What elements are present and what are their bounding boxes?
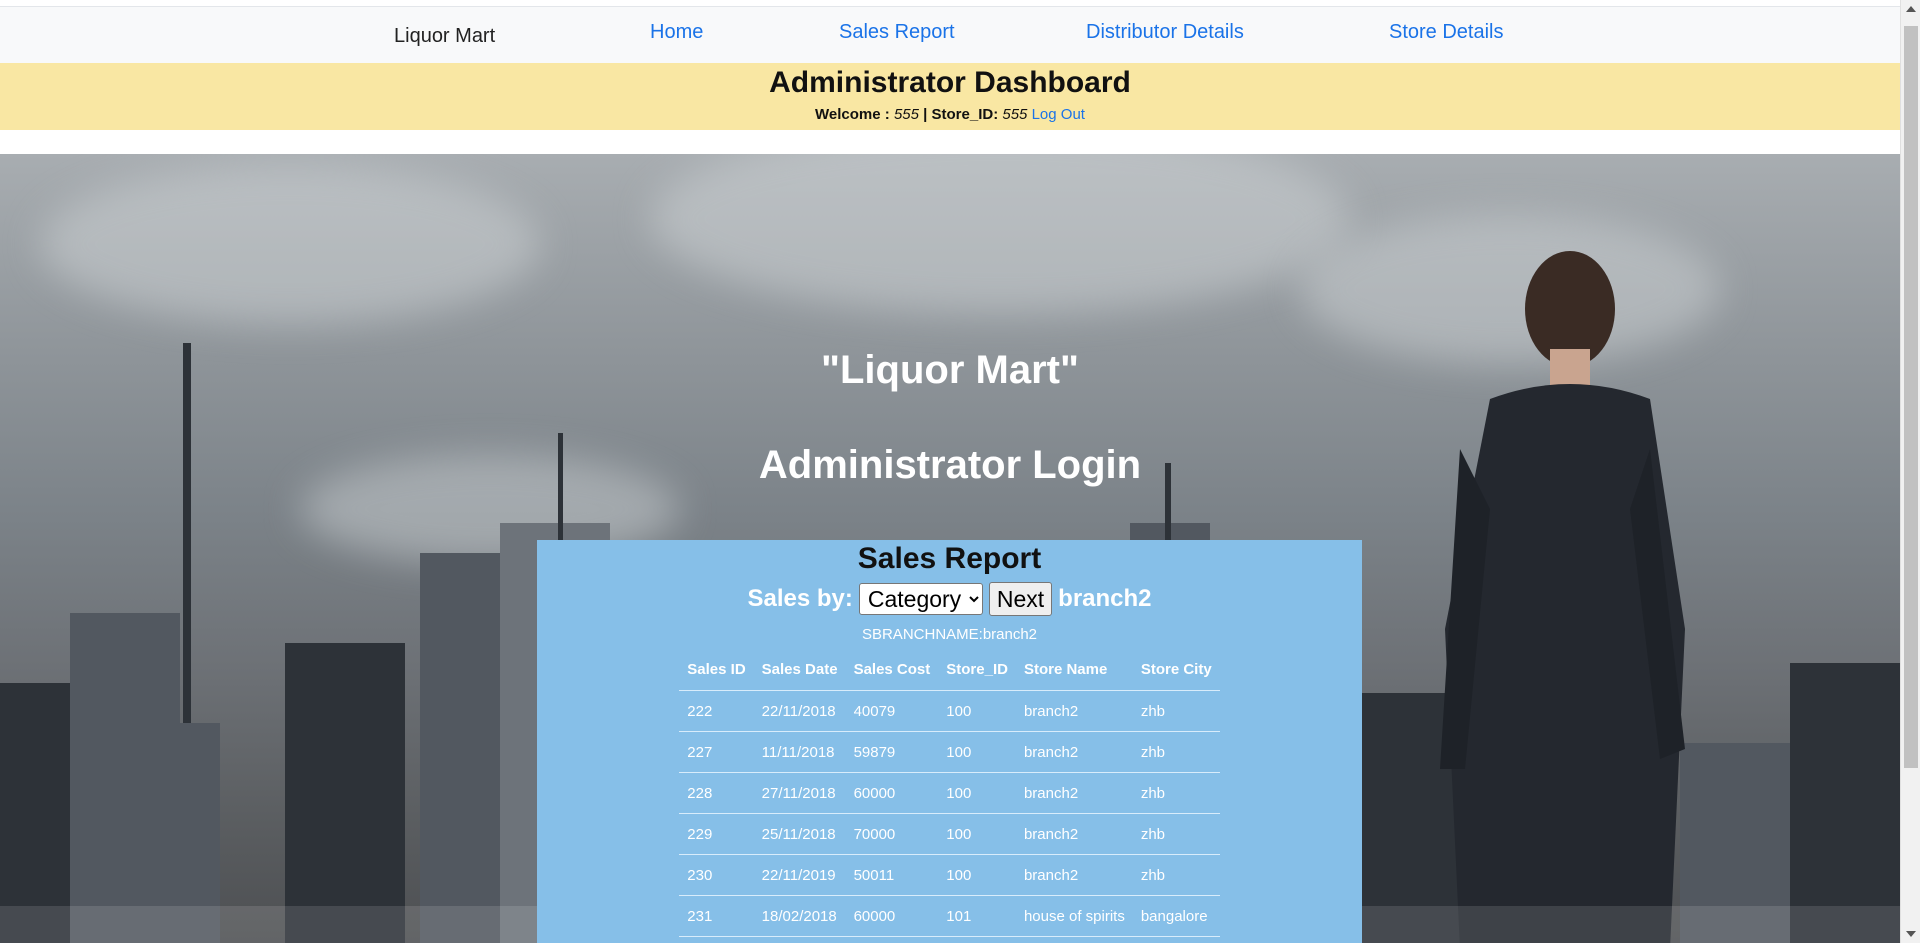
table-cell: 60000 — [845, 772, 939, 814]
sales-by-select[interactable]: Category — [858, 583, 983, 615]
table-row: 222 22/11/2018 40079 100 branch2 zhb — [679, 690, 1220, 732]
table-cell: 100 — [938, 813, 1016, 855]
table-row: 227 11/11/2018 59879 100 branch2 zhb — [679, 731, 1220, 773]
table-cell: zhb — [1132, 854, 1220, 896]
welcome-line: Welcome : 555 | Store_ID: 555 Log Out — [0, 106, 1900, 123]
building — [1790, 663, 1900, 943]
nav-distributor-details-link[interactable]: Distributor Details — [1086, 21, 1244, 44]
nav-home-link[interactable]: Home — [650, 21, 703, 44]
table-header-row: Sales ID Sales Date Sales Cost Store_ID … — [679, 649, 1220, 691]
table-cell: 230 — [679, 854, 754, 896]
table-cell: 231 — [679, 895, 754, 937]
table-cell: branch2 — [1015, 854, 1133, 896]
table-cell: 25/11/2018 — [753, 813, 846, 855]
table-cell: 100 — [938, 854, 1016, 896]
table-cell: branch2 — [1015, 731, 1133, 773]
logout-link[interactable]: Log Out — [1032, 106, 1085, 123]
table-cell: 50011 — [845, 854, 939, 896]
table-cell: branch2 — [1015, 813, 1133, 855]
welcome-user: 555 — [893, 106, 919, 123]
brand-name[interactable]: Liquor Mart — [394, 25, 495, 48]
table-cell: 222 — [679, 690, 754, 732]
hero-title: "Liquor Mart" — [821, 348, 1079, 392]
scroll-down-arrow-icon[interactable] — [1906, 931, 1916, 937]
next-button[interactable]: Next — [988, 582, 1053, 616]
table-cell: 59879 — [845, 731, 939, 773]
nav-sales-report-link[interactable]: Sales Report — [839, 21, 955, 44]
table-row: 228 27/11/2018 60000 100 branch2 zhb — [679, 772, 1220, 814]
table-cell: 229 — [679, 813, 754, 855]
table-cell: 100 — [938, 690, 1016, 732]
table-cell: branch2 — [1015, 772, 1133, 814]
sales-report-title: Sales Report — [857, 542, 1042, 575]
sales-table: Sales ID Sales Date Sales Cost Store_ID … — [679, 649, 1220, 937]
table-cell: 227 — [679, 731, 754, 773]
dashboard-title: Administrator Dashboard — [769, 66, 1131, 99]
table-cell: zhb — [1132, 772, 1220, 814]
branch-name-line: SBRANCHNAME:branch2 — [861, 626, 1038, 643]
table-cell: 228 — [679, 772, 754, 814]
table-cell: 22/11/2018 — [753, 690, 846, 732]
welcome-prefix: Welcome : — [815, 106, 894, 123]
navbar: Liquor Mart Home Sales Report Distributo… — [0, 7, 1900, 63]
column-header: Store_ID — [938, 649, 1016, 691]
hero-subtitle: Administrator Login — [758, 443, 1142, 487]
table-cell: 27/11/2018 — [753, 772, 846, 814]
table-cell: 101 — [938, 895, 1016, 937]
column-header: Store City — [1132, 649, 1220, 691]
vertical-scrollbar[interactable] — [1900, 0, 1920, 943]
dashboard-banner: Administrator Dashboard Welcome : 555 | … — [0, 63, 1900, 130]
cloud — [650, 154, 1350, 314]
table-cell: 22/11/2019 — [753, 854, 846, 896]
cloud — [40, 164, 540, 324]
table-cell: branch2 — [1015, 690, 1133, 732]
building — [285, 643, 405, 943]
nav-store-details-link[interactable]: Store Details — [1389, 21, 1504, 44]
scroll-up-arrow-icon[interactable] — [1906, 6, 1916, 12]
table-cell: house of spirits — [1015, 895, 1133, 937]
branch-name: branch2 — [1058, 585, 1152, 612]
top-strip — [0, 0, 1900, 7]
sales-report-panel: Sales Report Sales by: Category Next bra… — [537, 540, 1362, 943]
table-cell: 18/02/2018 — [753, 895, 846, 937]
table-cell: bangalore — [1132, 895, 1220, 937]
scrollbar-thumb[interactable] — [1904, 26, 1918, 768]
table-row: 229 25/11/2018 70000 100 branch2 zhb — [679, 813, 1220, 855]
table-cell: 60000 — [845, 895, 939, 937]
table-cell: 70000 — [845, 813, 939, 855]
table-cell: 40079 — [845, 690, 939, 732]
table-cell: 11/11/2018 — [753, 731, 846, 773]
sales-by-label: Sales by: — [747, 585, 853, 612]
building — [0, 683, 80, 943]
store-id-value: 555 — [1002, 106, 1028, 123]
table-cell: zhb — [1132, 690, 1220, 732]
column-header: Sales Date — [753, 649, 846, 691]
table-row: 231 18/02/2018 60000 101 house of spirit… — [679, 895, 1220, 937]
table-row: 230 22/11/2019 50011 100 branch2 zhb — [679, 854, 1220, 896]
sales-by-row: Sales by: Category Next branch2 — [537, 582, 1362, 616]
table-cell: zhb — [1132, 731, 1220, 773]
store-id-label: | Store_ID: — [918, 106, 1003, 123]
table-cell: 100 — [938, 772, 1016, 814]
building — [150, 723, 220, 943]
table-cell: 100 — [938, 731, 1016, 773]
column-header: Store Name — [1015, 649, 1133, 691]
column-header: Sales ID — [679, 649, 754, 691]
table-cell: zhb — [1132, 813, 1220, 855]
page-viewport: Liquor Mart Home Sales Report Distributo… — [0, 0, 1900, 943]
column-header: Sales Cost — [845, 649, 939, 691]
